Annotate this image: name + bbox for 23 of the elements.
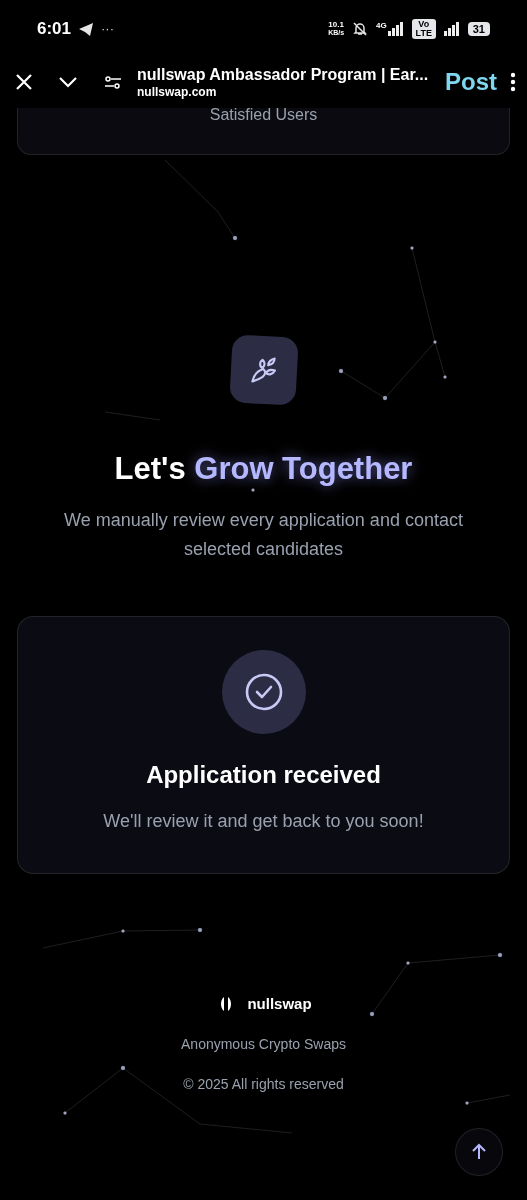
- confirmation-title: Application received: [146, 760, 381, 790]
- confirmation-message: We'll review it and get back to you soon!: [103, 810, 424, 833]
- page-title: nullswap Ambassador Program | Ear...: [137, 64, 430, 85]
- network-speed: 10.1: [328, 21, 344, 29]
- footer-tagline: Anonymous Crypto Swaps: [181, 1034, 346, 1054]
- post-button[interactable]: Post: [445, 64, 497, 100]
- signal-icon: [443, 22, 460, 36]
- volte-badge: Vo LTE: [411, 19, 436, 39]
- paper-plane-icon: [79, 22, 94, 36]
- brand-name: nullswap: [247, 994, 312, 1014]
- arrow-up-icon: [470, 1143, 488, 1161]
- battery-level: 31: [467, 22, 490, 36]
- footer-copyright: © 2025 All rights reserved: [183, 1074, 344, 1094]
- signal-icon: [387, 22, 404, 36]
- section-heading: Let's Grow Together: [114, 450, 413, 488]
- clock: 6:01: [37, 18, 72, 41]
- page-url: nullswap.com: [137, 84, 218, 100]
- stat-label: Satisfied Users: [209, 107, 318, 123]
- section-subtitle: We manually review every application and contact selected candidates: [63, 509, 464, 561]
- muted-bell-icon: [352, 21, 369, 37]
- network-type: 4G: [376, 22, 387, 30]
- more-notifications: ···: [101, 20, 115, 39]
- more-icon[interactable]: [509, 72, 517, 92]
